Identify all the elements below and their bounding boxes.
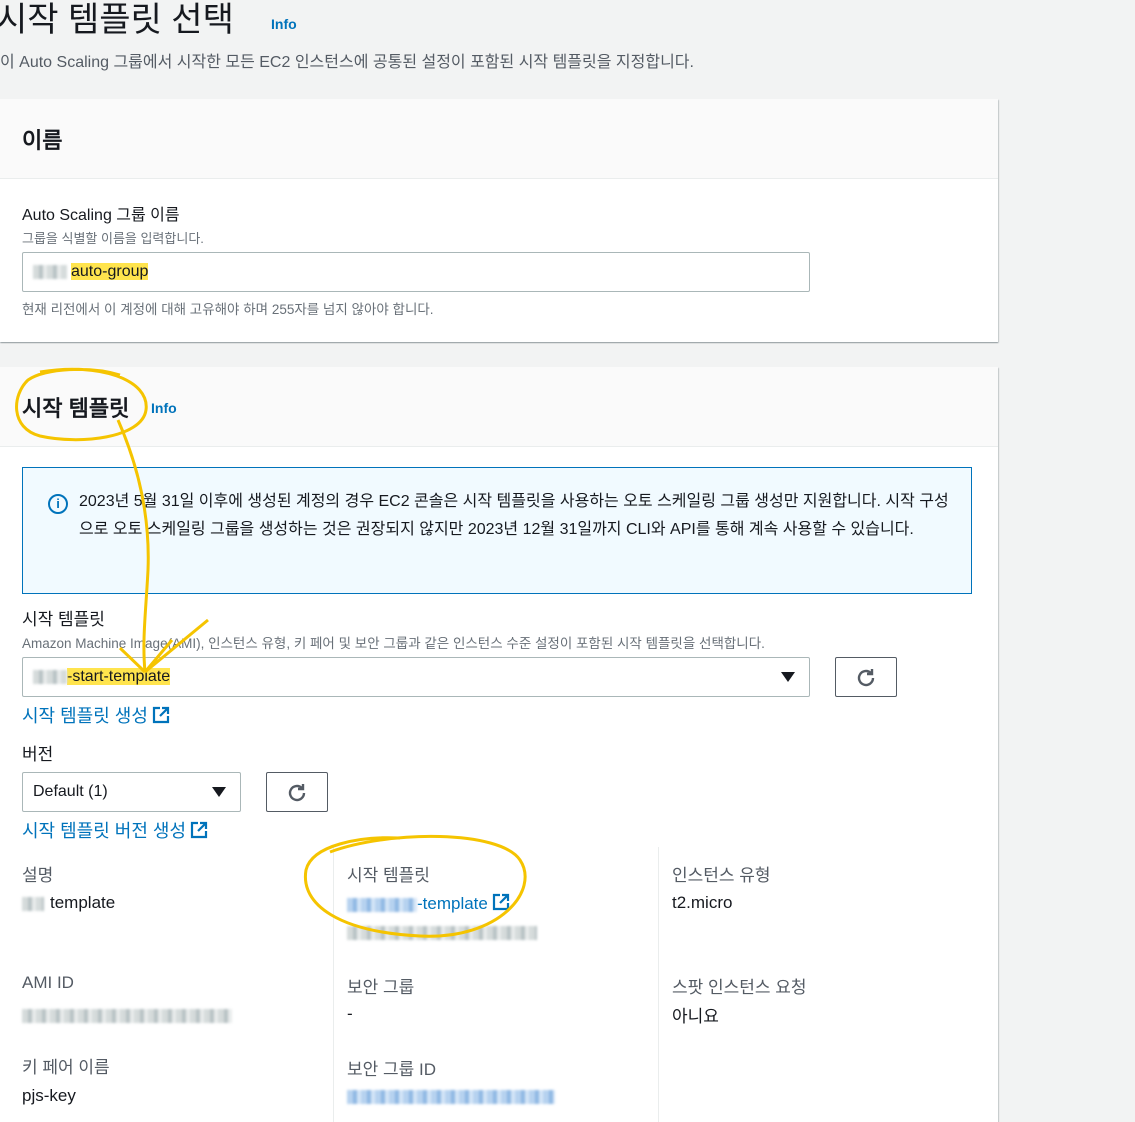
- template-panel-header: 시작 템플릿 Info: [0, 367, 998, 447]
- description-label: 설명: [22, 866, 54, 885]
- version-refresh-button[interactable]: [266, 772, 328, 812]
- description-text: template: [50, 893, 116, 912]
- group-name-description: 그룹을 식별할 이름을 입력합니다.: [22, 231, 204, 246]
- name-panel: 이름 Auto Scaling 그룹 이름 그룹을 식별할 이름을 입력합니다.…: [0, 99, 998, 342]
- create-version-link-label: 시작 템플릿 버전 생성: [22, 821, 187, 841]
- template-refresh-button[interactable]: [835, 657, 897, 697]
- description-value: template: [22, 893, 115, 913]
- refresh-icon: [857, 669, 875, 687]
- create-template-link-label: 시작 템플릿 생성: [22, 706, 148, 726]
- alert-text: 2023년 5월 31일 이후에 생성된 계정의 경우 EC2 콘솔은 시작 템…: [79, 493, 949, 538]
- key-pair-value: pjs-key: [22, 1086, 76, 1105]
- security-group-value: -: [347, 1004, 353, 1023]
- template-info-link[interactable]: Info: [151, 400, 177, 416]
- template-panel: 시작 템플릿 Info i 2023년 5월 31일 이후에 생성된 계정의 경…: [0, 367, 998, 1122]
- launch-template-detail-link[interactable]: -template: [347, 893, 510, 914]
- name-panel-header: 이름: [0, 99, 998, 179]
- template-panel-title: 시작 템플릿: [22, 396, 130, 421]
- info-alert: i 2023년 5월 31일 이후에 생성된 계정의 경우 EC2 콘솔은 시작…: [22, 467, 972, 594]
- redacted-prefix: [347, 897, 417, 912]
- redacted-prefix: [33, 669, 67, 684]
- launch-template-detail-label: 시작 템플릿: [347, 866, 430, 885]
- instance-type-value: t2.micro: [672, 893, 733, 912]
- version-value: Default (1): [33, 783, 108, 800]
- group-name-label: Auto Scaling 그룹 이름: [22, 207, 180, 224]
- key-pair-label: 키 페어 이름: [22, 1058, 110, 1077]
- page-info-link[interactable]: Info: [271, 16, 297, 32]
- redacted-id: [22, 1008, 232, 1023]
- create-template-link[interactable]: 시작 템플릿 생성: [22, 702, 170, 728]
- security-group-label: 보안 그룹: [347, 978, 415, 997]
- name-panel-title: 이름: [22, 128, 63, 153]
- redacted-id: [347, 1089, 555, 1104]
- caret-down-icon: [781, 672, 795, 682]
- launch-template-value: -start-template: [67, 668, 171, 685]
- launch-template-label: 시작 템플릿: [22, 610, 105, 629]
- page-title: 시작 템플릿 선택: [0, 1, 234, 39]
- info-circle-icon: i: [48, 494, 68, 514]
- ami-id-label: AMI ID: [22, 973, 74, 992]
- version-label: 버전: [22, 745, 54, 764]
- instance-type-label: 인스턴스 유형: [672, 866, 771, 885]
- ami-id-redacted: [22, 1007, 232, 1025]
- caret-down-icon: [212, 787, 226, 797]
- launch-template-detail-value: -template: [417, 894, 488, 913]
- launch-template-select[interactable]: -start-template: [22, 657, 810, 697]
- spot-value: 아니요: [672, 1007, 719, 1026]
- redacted-id: [347, 925, 537, 940]
- spot-label: 스팟 인스턴스 요청: [672, 978, 807, 997]
- external-link-icon: [492, 893, 509, 911]
- launch-template-id-redacted: [347, 924, 537, 942]
- create-version-link[interactable]: 시작 템플릿 버전 생성: [22, 817, 208, 843]
- security-group-id-label: 보안 그룹 ID: [347, 1060, 437, 1079]
- column-divider: [333, 847, 334, 1122]
- external-link-icon: [152, 706, 170, 724]
- page-description: 이 Auto Scaling 그룹에서 시작한 모든 EC2 인스턴스에 공통된…: [0, 54, 694, 71]
- version-select[interactable]: Default (1): [22, 772, 241, 812]
- group-name-input[interactable]: auto-group: [22, 252, 810, 292]
- group-name-value: auto-group: [71, 263, 149, 280]
- group-name-constraint: 현재 리전에서 이 계정에 대해 고유해야 하며 255자를 넘지 않아야 합니…: [22, 302, 434, 317]
- redacted-prefix: [22, 896, 44, 911]
- column-divider: [658, 847, 659, 1122]
- external-link-icon: [190, 821, 208, 839]
- refresh-icon: [288, 784, 306, 802]
- redacted-prefix: [33, 264, 67, 279]
- security-group-id-redacted[interactable]: [347, 1088, 555, 1106]
- launch-template-description: Amazon Machine Image(AMI), 인스턴스 유형, 키 페어…: [22, 636, 765, 651]
